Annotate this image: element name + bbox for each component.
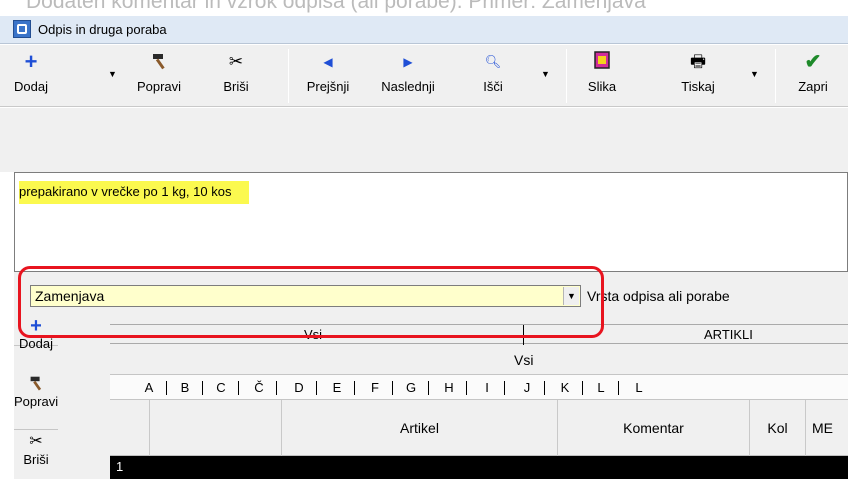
column-header-row-number[interactable] (110, 400, 150, 456)
top-caption-banner: Dodaten komentar in vzrok odpisa (ali po… (0, 0, 848, 16)
letter-filter-button[interactable]: C (214, 380, 228, 395)
letter-separator (466, 381, 467, 395)
next-button[interactable]: ▶ Naslednji (372, 51, 444, 94)
row-number: 1 (116, 459, 124, 474)
letter-separator (428, 381, 429, 395)
letter-filter-button[interactable]: A (142, 380, 156, 395)
table-row[interactable]: 1 (110, 456, 848, 479)
letter-separator (544, 381, 545, 395)
column-header-komentar[interactable]: Komentar (558, 400, 750, 456)
letter-filter-bar: ABCČDEFGHIJKLL (110, 374, 848, 400)
banner-text: Dodaten komentar in vzrok odpisa (ali po… (26, 0, 646, 13)
letter-filter-button[interactable]: L (632, 380, 646, 395)
letter-filter-button[interactable]: Č (252, 380, 266, 395)
letter-filter-button[interactable]: E (330, 380, 344, 395)
letter-filter-button[interactable]: L (594, 380, 608, 395)
edit-button[interactable]: Popravi (130, 51, 188, 94)
previous-button[interactable]: ◀ Prejšnji (298, 51, 358, 94)
plus-icon: + (24, 49, 38, 74)
letter-filter-button[interactable]: K (558, 380, 572, 395)
column-header-kol[interactable]: Kol (750, 400, 806, 456)
letter-filter-button[interactable]: G (404, 380, 418, 395)
letter-separator (316, 381, 317, 395)
column-header-me[interactable]: ME (806, 400, 848, 456)
letter-separator (166, 381, 167, 395)
letter-separator (202, 381, 203, 395)
close-button[interactable]: ✔ Zapri (788, 51, 838, 94)
letter-separator (582, 381, 583, 395)
letter-separator (618, 381, 619, 395)
toolbar-separator (775, 49, 776, 103)
letter-filter-button[interactable]: F (368, 380, 382, 395)
letter-filter-button[interactable]: H (442, 380, 456, 395)
filter-label: Vsi (514, 352, 534, 368)
annotation-highlight (18, 266, 604, 338)
scissors-icon: ✂ (228, 52, 244, 71)
add-button[interactable]: + Dodaj (8, 49, 54, 95)
letter-filter-button[interactable]: I (480, 380, 494, 395)
writeoff-type-label: Vrsta odpisa ali porabe (587, 288, 730, 304)
letter-filter-button[interactable]: J (520, 380, 534, 395)
hammer-icon (130, 51, 188, 73)
print-dropdown-arrow[interactable]: ▼ (750, 69, 759, 79)
column-header-artikel[interactable]: Artikel (282, 400, 558, 456)
left-arrow-icon: ◀ (323, 55, 333, 69)
hammer-icon (14, 374, 58, 394)
delete-button[interactable]: ✂ Briši (218, 51, 254, 94)
tab-artikli[interactable]: ARTIKLI (704, 327, 753, 342)
letter-separator (504, 381, 505, 395)
header-area (0, 108, 848, 172)
letter-separator (354, 381, 355, 395)
printer-icon: 🖶 (689, 52, 707, 71)
right-arrow-icon: ▶ (403, 55, 413, 69)
letter-separator (392, 381, 393, 395)
side-delete-button[interactable]: ✂ Briši (14, 430, 58, 479)
search-icon: 🔍︎ (484, 54, 502, 69)
letter-filter-button[interactable]: D (292, 380, 306, 395)
column-header-blank[interactable] (150, 400, 282, 456)
search-dropdown-arrow[interactable]: ▼ (541, 69, 550, 79)
letter-separator (238, 381, 239, 395)
window-title: Odpis in druga poraba (38, 22, 167, 37)
letter-filter-button[interactable]: B (178, 380, 192, 395)
image-button[interactable]: Slika (582, 51, 622, 94)
comment-text: prepakirano v vrečke po 1 kg, 10 kos (19, 181, 250, 204)
add-dropdown-arrow[interactable]: ▼ (108, 69, 117, 79)
letter-separator (276, 381, 277, 395)
main-toolbar: + Dodaj ▼ Popravi ✂ Briši ◀ Prejšnji ▶ N… (0, 45, 848, 107)
toolbar-separator (566, 49, 567, 103)
grid-header: Artikel Komentar Kol ME (110, 400, 848, 456)
app-icon (13, 20, 31, 38)
window-titlebar: Odpis in druga poraba (0, 16, 848, 44)
search-button[interactable]: 🔍︎ Išči (478, 51, 508, 94)
picture-icon (582, 51, 622, 73)
side-toolbar: + Dodaj Popravi ✂ Briši (14, 316, 110, 479)
comment-textarea[interactable]: prepakirano v vrečke po 1 kg, 10 kos (14, 172, 848, 272)
checkmark-icon: ✔ (804, 51, 822, 73)
print-button[interactable]: 🖶 Tiskaj (676, 51, 720, 94)
items-grid: Vsi ARTIKLI Vsi ABCČDEFGHIJKLL Artikel K… (110, 316, 848, 479)
side-edit-button[interactable]: Popravi (14, 372, 58, 430)
toolbar-separator (288, 49, 289, 103)
scissors-icon: ✂ (29, 433, 43, 450)
